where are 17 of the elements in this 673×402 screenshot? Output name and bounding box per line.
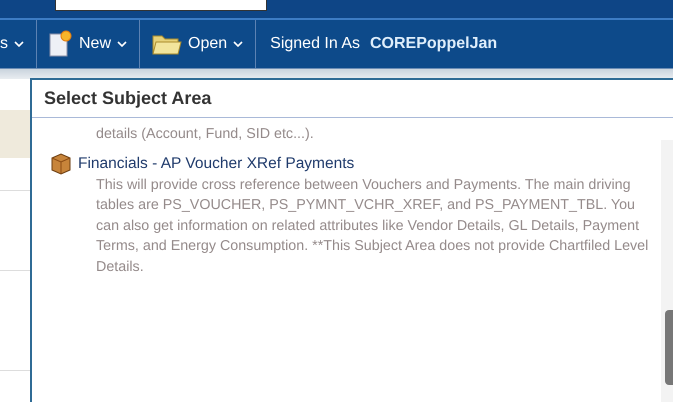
signed-in-label: Signed In As <box>269 35 360 53</box>
item-description: details (Account, Fund, SID etc...). <box>96 125 315 144</box>
user-name: COREPoppelJan <box>369 35 498 53</box>
scrollbar-thumb[interactable] <box>665 310 673 385</box>
dialog-title: Select Subject Area <box>32 80 673 118</box>
scrollbar[interactable] <box>661 140 673 402</box>
caret-icon <box>14 41 24 47</box>
cube-icon <box>50 152 72 174</box>
new-document-icon <box>49 30 73 58</box>
subject-area-link[interactable]: Financials - AP Voucher XRef Payments <box>78 154 354 172</box>
caret-icon <box>117 41 128 47</box>
caret-icon <box>233 41 244 47</box>
item-description: This will provide cross reference between Vouchers and Payments. The main driving tables are PS_VOUCHER, PS_PYMNT_VCHR_XREF, and PS_PAYMENT_TBL. You can also get information on related attributes like Vendor Details, GL Details, Payment Terms, and Energy Consumption. **This Subject Area does not provide Chartfiled Level Details. <box>96 176 650 276</box>
background-panel <box>0 110 30 158</box>
new-menu-button[interactable]: New <box>37 20 140 68</box>
menu-button[interactable]: s <box>0 20 37 68</box>
open-menu-button[interactable]: Open <box>140 20 256 68</box>
